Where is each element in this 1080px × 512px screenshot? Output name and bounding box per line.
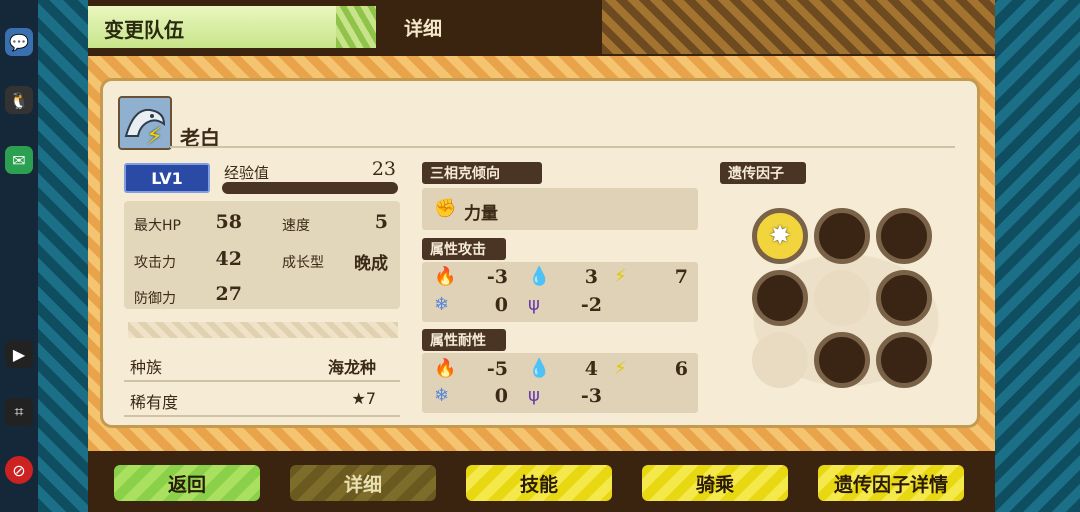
dragon-icon: ψ: [528, 385, 540, 406]
page-title: 变更队伍: [104, 18, 184, 42]
attack-tag: 属性攻击: [422, 238, 506, 260]
detail-button[interactable]: 详细: [288, 463, 438, 503]
title-tab-ornament: [336, 6, 376, 48]
rarity-row: 稀有度 ★7: [124, 385, 400, 417]
attack-thunder-value: 7: [674, 266, 688, 288]
water-icon: 💧: [528, 358, 551, 379]
camera-icon[interactable]: ▶: [5, 340, 33, 368]
rarity-label: 稀有度: [130, 393, 179, 412]
species-value: 海龙种: [327, 358, 376, 377]
wechat-icon[interactable]: ✉: [5, 146, 33, 174]
rarity-value: ★7: [351, 389, 376, 408]
gene-slot-4[interactable]: [752, 270, 808, 326]
exp-value: 23: [371, 158, 396, 180]
thunder-icon: ⚡: [614, 266, 627, 287]
fire-icon: 🔥: [434, 266, 457, 287]
stat-label-defense: 防御力: [134, 291, 176, 307]
stat-value-hp: 58: [215, 211, 242, 233]
species-row: 种族 海龙种: [124, 350, 400, 382]
stat-label-attack: 攻击力: [134, 255, 176, 271]
resist-dragon-value: -3: [580, 385, 602, 407]
exp-label: 经验值: [224, 164, 270, 182]
monster-avatar: [118, 96, 172, 150]
header-pattern: [602, 0, 995, 54]
species-label: 种族: [130, 358, 163, 377]
stat-label-speed: 速度: [282, 218, 310, 234]
gene-tag: 遗传因子: [720, 162, 806, 184]
left-frame-pattern: [38, 0, 88, 512]
divider: [170, 146, 955, 148]
gene-slot-2[interactable]: [814, 208, 870, 264]
gene-slot-7[interactable]: [752, 332, 808, 388]
stat-value-attack: 42: [215, 248, 242, 270]
resist-tag: 属性耐性: [422, 329, 506, 351]
ice-icon: ❄: [434, 385, 450, 406]
affinity-tag: 三相克倾向: [422, 162, 542, 184]
right-frame-pattern: [995, 0, 1080, 512]
dragon-icon: ψ: [528, 294, 540, 315]
fist-icon: ✊: [434, 198, 457, 219]
no-record-icon[interactable]: ⊘: [5, 456, 33, 484]
system-sidebar: 💬 🐧 ✉ ▶ ⌗ ⊘: [0, 0, 38, 512]
section-heading: 详细: [404, 18, 443, 40]
resist-water-value: 4: [584, 358, 598, 380]
chat-bubble-icon[interactable]: 💬: [5, 28, 33, 56]
attack-dragon-value: -2: [580, 294, 602, 316]
gene-slot-6[interactable]: [876, 270, 932, 326]
ice-icon: ❄: [434, 294, 450, 315]
exp-bar: [222, 182, 398, 194]
stat-label-growth: 成长型: [282, 255, 324, 271]
attack-water-value: 3: [584, 266, 598, 288]
stat-value-speed: 5: [374, 211, 388, 233]
resist-ice-value: 0: [494, 385, 508, 407]
stat-label-hp: 最大HP: [134, 218, 181, 234]
skills-button[interactable]: 技能: [464, 463, 614, 503]
attack-fire-value: -3: [486, 266, 508, 288]
gene-slot-5[interactable]: [814, 270, 870, 326]
gene-slot-9[interactable]: [876, 332, 932, 388]
stat-value-growth: 晚成: [354, 254, 388, 274]
resist-fire-value: -5: [486, 358, 508, 380]
water-icon: 💧: [528, 266, 551, 287]
level-badge: LV1: [124, 163, 210, 193]
back-button[interactable]: 返回: [112, 463, 262, 503]
resist-thunder-value: 6: [674, 358, 688, 380]
gene-slot-1[interactable]: ✸: [752, 208, 808, 264]
gene-slot-8[interactable]: [814, 332, 870, 388]
fire-icon: 🔥: [434, 358, 457, 379]
crop-icon[interactable]: ⌗: [5, 398, 33, 426]
penguin-icon[interactable]: 🐧: [5, 86, 33, 114]
thunder-icon: ⚡: [614, 358, 627, 379]
stat-value-defense: 27: [215, 283, 242, 305]
gene-detail-button[interactable]: 遗传因子详情: [816, 463, 966, 503]
affinity-value: 力量: [464, 204, 498, 224]
ride-button[interactable]: 骑乘: [640, 463, 790, 503]
attack-ice-value: 0: [494, 294, 508, 316]
decorative-strip: [128, 322, 398, 338]
gene-slot-3[interactable]: [876, 208, 932, 264]
thunder-element-icon: ⚡: [146, 122, 163, 150]
